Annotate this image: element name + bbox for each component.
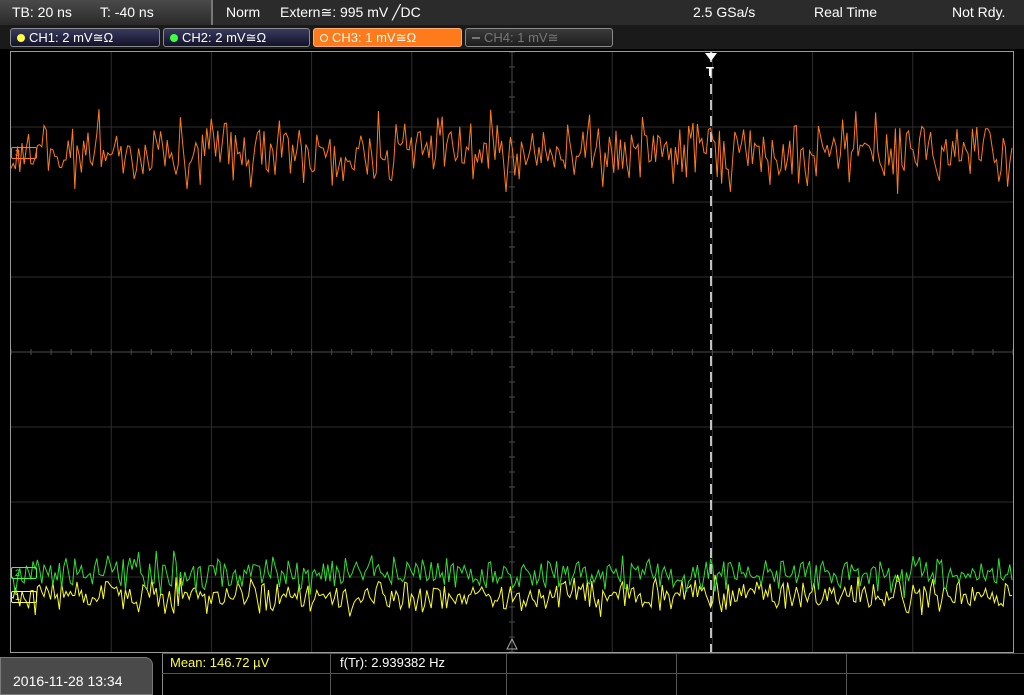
channel-tab-ch3[interactable]: CH3: 1 mV≅Ω bbox=[313, 28, 462, 47]
channel-tab-label: CH4: 1 mV≅ bbox=[484, 30, 559, 45]
channel-tab-ch2[interactable]: CH2: 2 mV≅Ω bbox=[163, 28, 310, 47]
datetime-box: 2016-11-28 13:34 bbox=[0, 657, 153, 695]
horizontal-position-icon[interactable] bbox=[506, 638, 518, 650]
ch1-dot-icon bbox=[17, 34, 25, 42]
channel-tab-label: CH2: 2 mV≅Ω bbox=[182, 30, 267, 45]
graticule bbox=[11, 52, 1013, 652]
measurement-divider bbox=[162, 653, 1024, 654]
trigger-time-label: T: -40 ns bbox=[100, 4, 154, 20]
measurement-panel[interactable] bbox=[162, 653, 1024, 695]
acquisition-mode[interactable]: Real Time bbox=[814, 5, 877, 19]
trigger-mode[interactable]: Norm bbox=[226, 5, 260, 19]
ch3-dot-icon bbox=[320, 34, 328, 42]
channel-tab-label: CH3: 1 mV≅Ω bbox=[332, 30, 417, 45]
acquisition-status: Not Rdy. bbox=[952, 4, 1006, 20]
waveform-display[interactable]: T 3 2 1 bbox=[10, 51, 1014, 653]
status-bar: TB: 20 ns T: -40 ns Norm Extern≅: 995 mV… bbox=[0, 0, 1024, 25]
ch2-ground-marker[interactable]: 2 bbox=[11, 567, 37, 579]
measurement-divider bbox=[676, 653, 677, 695]
trigger-frequency[interactable]: f(Tr): 2.939382 Hz bbox=[340, 656, 445, 670]
ch1-ground-marker[interactable]: 1 bbox=[11, 591, 37, 603]
channel-tabs: CH1: 2 mV≅Ω CH2: 2 mV≅Ω CH3: 1 mV≅Ω CH4:… bbox=[0, 25, 1024, 49]
mean-measurement[interactable]: Mean: 146.72 µV bbox=[170, 656, 269, 670]
ch2-marker-label: 2 bbox=[15, 568, 21, 578]
ch4-dot-icon bbox=[472, 37, 480, 39]
measurement-divider bbox=[330, 653, 331, 695]
trigger-source[interactable]: Extern≅: 995 mV ╱DC bbox=[280, 5, 421, 19]
channel-tab-label: CH1: 2 mV≅Ω bbox=[29, 30, 114, 45]
channel-tab-ch4[interactable]: CH4: 1 mV≅ bbox=[465, 28, 613, 47]
measurement-divider bbox=[506, 653, 507, 695]
ch3-ground-marker[interactable]: 3 bbox=[11, 147, 37, 159]
measurement-divider bbox=[162, 673, 1024, 674]
waveform-canvas[interactable] bbox=[11, 52, 1013, 652]
ch1-marker-label: 1 bbox=[15, 592, 21, 602]
trigger-t-marker: T bbox=[706, 64, 714, 79]
measurement-divider bbox=[846, 653, 847, 695]
channel-tab-ch1[interactable]: CH1: 2 mV≅Ω bbox=[10, 28, 160, 47]
datetime-label: 2016-11-28 13:34 bbox=[13, 673, 123, 689]
timebase-label: TB: 20 ns bbox=[12, 4, 72, 20]
ch3-marker-label: 3 bbox=[15, 148, 21, 158]
timebase-box[interactable]: TB: 20 ns T: -40 ns bbox=[0, 0, 213, 25]
ch2-dot-icon bbox=[170, 34, 178, 42]
sample-rate: 2.5 GSa/s bbox=[693, 4, 756, 20]
